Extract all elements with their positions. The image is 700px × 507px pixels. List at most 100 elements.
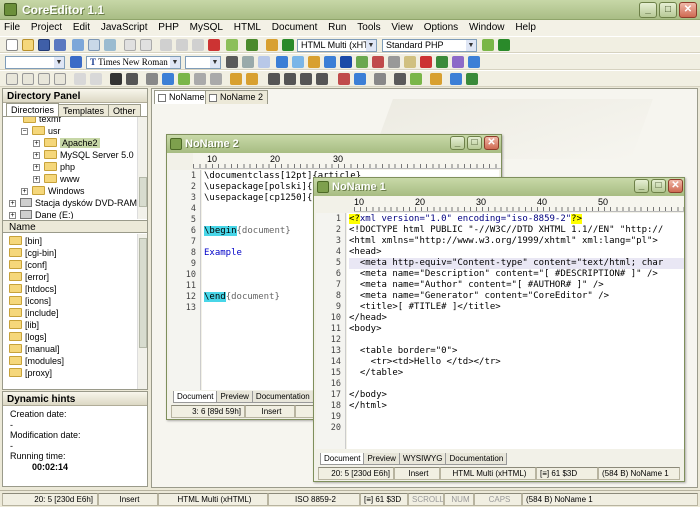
maximize-button[interactable]: □ xyxy=(659,2,677,18)
link-icon[interactable] xyxy=(292,56,304,68)
tab-wysiwyg[interactable]: WYSIWYG xyxy=(398,453,447,465)
minimize-button[interactable]: _ xyxy=(450,136,465,150)
save-all-icon[interactable] xyxy=(54,39,66,51)
align-right-icon[interactable] xyxy=(300,73,312,85)
list-item[interactable]: [proxy] xyxy=(9,368,52,378)
cut-icon[interactable] xyxy=(160,39,172,51)
close-button[interactable]: ✕ xyxy=(679,2,697,18)
code-line[interactable]: <!DOCTYPE html PUBLIC "-//W3C//DTD XHTML… xyxy=(349,225,663,236)
align-left-icon[interactable] xyxy=(268,73,280,85)
browser-icon[interactable] xyxy=(266,39,278,51)
find-icon[interactable] xyxy=(104,39,116,51)
close-button[interactable]: ✕ xyxy=(668,179,683,193)
spell-icon[interactable] xyxy=(452,56,464,68)
tree-item-texmf[interactable]: texmf xyxy=(23,117,61,124)
menu-edit[interactable]: Edit xyxy=(69,20,94,35)
menu-php[interactable]: PHP xyxy=(154,20,183,35)
nbsp-icon[interactable] xyxy=(410,73,422,85)
run-icon[interactable] xyxy=(246,39,258,51)
div-icon[interactable] xyxy=(230,73,242,85)
php-run-icon[interactable] xyxy=(482,39,494,51)
open-folder-icon[interactable] xyxy=(22,39,34,51)
image-icon[interactable] xyxy=(276,56,288,68)
close-button[interactable]: ✕ xyxy=(484,136,499,150)
code-line[interactable]: \end{document} xyxy=(204,292,280,303)
tree-scroll-thumb[interactable] xyxy=(139,177,147,207)
tree-item-drive-e[interactable]: + Dane (E:) xyxy=(9,210,74,219)
code-line[interactable]: <title>[ #TITLE# ]</title> xyxy=(349,302,501,313)
code-line[interactable]: \begin{document} xyxy=(204,226,291,237)
maximize-button[interactable]: □ xyxy=(651,179,666,193)
menu-file[interactable]: File xyxy=(0,20,24,35)
code-line[interactable]: <tr><td>Hello </td></tr> xyxy=(349,357,501,368)
expander-icon[interactable]: − xyxy=(21,128,28,135)
frame-icon[interactable] xyxy=(258,56,270,68)
list-icon[interactable] xyxy=(178,73,190,85)
character-icon[interactable] xyxy=(394,73,406,85)
paste-icon[interactable] xyxy=(192,39,204,51)
delete-icon[interactable] xyxy=(208,39,220,51)
code-line[interactable]: <meta name="Generator" content="CoreEdit… xyxy=(349,291,609,302)
code-line[interactable]: <?xml version="1.0" encoding="iso-8859-2… xyxy=(349,214,583,225)
minimize-button[interactable]: _ xyxy=(639,2,657,18)
list-item[interactable]: [manual] xyxy=(9,344,60,354)
copy-icon[interactable] xyxy=(176,39,188,51)
color-icon[interactable] xyxy=(338,73,350,85)
menu-help[interactable]: Help xyxy=(511,20,540,35)
maximize-button[interactable]: □ xyxy=(467,136,482,150)
menu-view[interactable]: View xyxy=(387,20,417,35)
play-icon[interactable] xyxy=(282,39,294,51)
expander-icon[interactable]: + xyxy=(33,164,40,171)
window-titlebar[interactable]: NoName 1 _ □ ✕ xyxy=(314,178,684,196)
window-titlebar[interactable]: NoName 2 _ □ ✕ xyxy=(167,135,501,153)
tree-item-mysql[interactable]: + MySQL Server 5.0 xyxy=(33,150,134,160)
code-line[interactable]: <body> xyxy=(349,324,382,335)
tab-documentation[interactable]: Documentation xyxy=(251,391,314,403)
indent-icon[interactable] xyxy=(194,73,206,85)
code-editor[interactable]: <?xml version="1.0" encoding="iso-8859-2… xyxy=(347,213,684,449)
expander-icon[interactable]: + xyxy=(33,152,40,159)
font-select[interactable]: T Times New Roman ▼ xyxy=(86,56,181,69)
tree-item-dvd-drive[interactable]: + Stacja dysków DVD-RAM (D:) xyxy=(9,198,147,208)
expander-icon[interactable]: + xyxy=(21,188,28,195)
tree-item-windows[interactable]: + Windows xyxy=(21,186,85,196)
align-justify-icon[interactable] xyxy=(316,73,328,85)
heading-icon[interactable] xyxy=(162,73,174,85)
file-list-header[interactable]: Name xyxy=(3,220,147,233)
code-line[interactable]: <meta name="Description" content="[ #DES… xyxy=(349,269,658,280)
file-list-scrollbar[interactable] xyxy=(137,234,147,389)
menu-document[interactable]: Document xyxy=(268,20,322,35)
code-line[interactable]: <head> xyxy=(349,247,382,258)
list-item[interactable]: [lib] xyxy=(9,320,39,330)
sub-icon[interactable] xyxy=(90,73,102,85)
outdent-icon[interactable] xyxy=(210,73,222,85)
strike-icon[interactable] xyxy=(54,73,66,85)
sup-icon[interactable] xyxy=(74,73,86,85)
tree-item-www[interactable]: + www xyxy=(33,174,80,184)
script-icon[interactable] xyxy=(356,56,368,68)
code-line[interactable]: <meta http-equiv="Content-type" content=… xyxy=(349,258,684,269)
tab-preview[interactable]: Preview xyxy=(363,453,400,465)
list-item[interactable]: [icons] xyxy=(9,296,51,306)
undo-icon[interactable] xyxy=(124,39,136,51)
tree-item-php[interactable]: + php xyxy=(33,162,75,172)
tab-document[interactable]: Document xyxy=(173,391,218,403)
italic-icon[interactable] xyxy=(22,73,34,85)
html-mode-select[interactable]: HTML Multi (xHTML) ▼ xyxy=(297,39,377,52)
tree-scrollbar[interactable] xyxy=(137,117,147,219)
error-icon[interactable] xyxy=(420,56,432,68)
help-icon[interactable] xyxy=(468,56,480,68)
code-line[interactable]: <html xmlns="http://www.w3.org/1999/xhtm… xyxy=(349,236,658,247)
comment-icon[interactable] xyxy=(388,56,400,68)
doc-tab-noname2[interactable]: NoName 2 xyxy=(205,90,269,104)
code-line[interactable]: </table> xyxy=(349,368,403,379)
minimize-button[interactable]: _ xyxy=(634,179,649,193)
object-icon[interactable] xyxy=(340,56,352,68)
bold-icon[interactable] xyxy=(6,73,18,85)
list-item[interactable]: [modules] xyxy=(9,356,64,366)
code-line[interactable]: </html> xyxy=(349,401,387,412)
form-icon[interactable] xyxy=(242,56,254,68)
font-size-select[interactable]: ▼ xyxy=(185,56,221,69)
list-item[interactable]: [htdocs] xyxy=(9,284,57,294)
list-item[interactable]: [include] xyxy=(9,308,59,318)
